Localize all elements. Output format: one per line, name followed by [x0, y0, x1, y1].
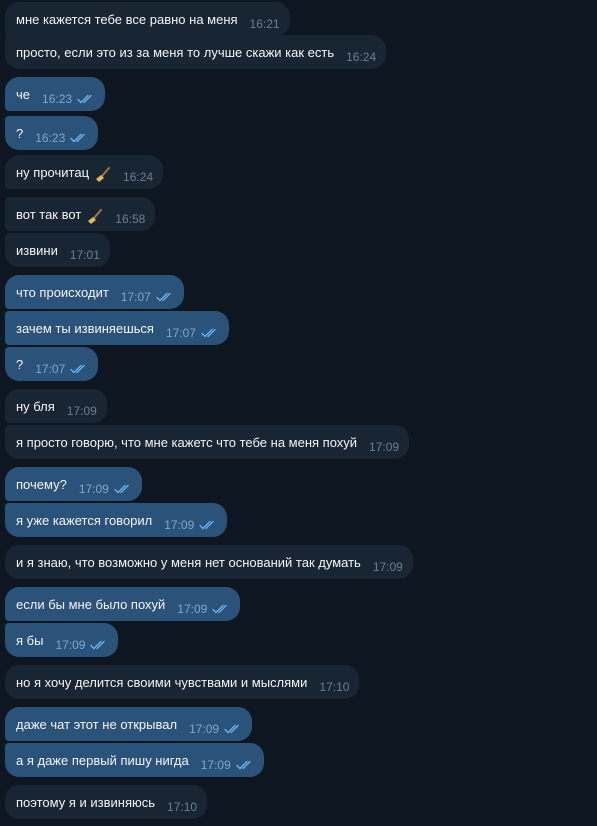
read-check-icon — [236, 760, 251, 770]
outgoing-message[interactable]: я уже кажется говорил 17:09 — [5, 503, 228, 537]
outgoing-message[interactable]: если бы мне было похуй 17:09 — [5, 587, 241, 621]
read-check-icon — [199, 520, 214, 530]
message-meta: 17:10 — [167, 800, 197, 814]
message-time: 17:10 — [319, 680, 350, 694]
outgoing-message[interactable]: ? 17:07 — [5, 347, 99, 381]
message-time: 17:09 — [66, 404, 97, 418]
message-meta: 17:09 — [369, 440, 399, 454]
message-meta: 17:01 — [70, 248, 100, 262]
read-check-icon — [156, 292, 171, 302]
message-meta: 16:24 — [346, 50, 376, 64]
read-check-icon — [90, 640, 106, 650]
incoming-message[interactable]: мне кажется тебе все равно на меня 16:21 — [5, 2, 290, 36]
message-time: 17:09 — [372, 560, 403, 574]
message-text: даже чат этот не открывал — [16, 716, 178, 732]
incoming-message[interactable]: просто, если это из за меня то лучше ска… — [5, 35, 387, 69]
read-check-icon — [212, 604, 228, 614]
chat-message-list[interactable]: мне кажется тебе все равно на меня 16:21 п… — [0, 0, 597, 826]
message-text: извини — [16, 242, 58, 258]
message-meta: 17:09 — [55, 638, 108, 652]
message-time: 17:01 — [69, 248, 100, 262]
incoming-message[interactable]: извини 17:01 — [5, 233, 110, 267]
incoming-message[interactable]: ну бля 17:09 — [5, 389, 107, 423]
read-check-icon — [201, 328, 216, 338]
message-text: ну прочитац — [16, 164, 90, 180]
message-text: просто, если это из за меня то лучше ска… — [16, 44, 335, 60]
message-text: ну бля — [16, 398, 55, 414]
read-check-icon — [70, 133, 85, 143]
message-text: что происходит — [16, 284, 109, 300]
message-text: я уже кажется говорил — [16, 512, 153, 528]
outgoing-message[interactable]: почему? 17:09 — [5, 467, 142, 501]
incoming-message[interactable]: поэтому я и извиняюсь 17:10 — [5, 785, 208, 819]
broom-icon — [96, 167, 110, 182]
message-text: зачем ты извиняешься — [16, 320, 154, 336]
message-meta: 17:09 — [67, 404, 97, 418]
outgoing-message[interactable]: я бы 17:09 — [5, 623, 119, 657]
message-meta: 16:58 — [115, 212, 145, 226]
outgoing-message[interactable]: зачем ты извиняешься 17:07 — [5, 311, 229, 345]
message-text: и я знаю, что возможно у меня нет основа… — [16, 554, 361, 570]
incoming-message[interactable]: вот так вот 16:58 — [5, 197, 156, 231]
message-time: 17:07 — [35, 362, 66, 376]
message-time: 17:09 — [369, 440, 400, 454]
outgoing-message[interactable]: че 16:23 — [5, 77, 106, 111]
message-time: 17:10 — [167, 800, 198, 814]
message-meta: 17:09 — [79, 482, 132, 496]
message-meta: 17:07 — [35, 362, 88, 376]
outgoing-message[interactable]: что происходит 17:07 — [5, 275, 184, 309]
message-text: поэтому я и извиняюсь — [16, 794, 156, 810]
message-text: я просто говорю, что мне кажетс что тебе… — [16, 434, 358, 450]
message-meta: 17:09 — [177, 602, 230, 616]
message-meta: 16:23 — [42, 92, 95, 106]
outgoing-message[interactable]: даже чат этот не открывал 17:09 — [5, 707, 253, 741]
message-text: ? — [16, 125, 24, 141]
message-time: 17:09 — [55, 638, 86, 652]
message-time: 16:23 — [35, 131, 66, 145]
message-time: 17:07 — [165, 326, 196, 340]
message-text: ? — [16, 356, 24, 372]
message-time: 17:09 — [189, 722, 220, 736]
read-check-icon — [114, 484, 129, 494]
message-text: че — [16, 86, 31, 102]
message-time: 16:23 — [42, 92, 73, 106]
message-text: вот так вот — [16, 206, 82, 222]
message-time: 17:09 — [164, 518, 195, 532]
outgoing-message[interactable]: а я даже первый пишу нигда 17:09 — [5, 743, 264, 777]
message-meta: 16:21 — [250, 17, 280, 31]
message-time: 16:21 — [249, 17, 280, 31]
message-time: 16:58 — [115, 212, 146, 226]
message-time: 17:09 — [78, 482, 109, 496]
message-meta: 17:07 — [166, 326, 219, 340]
message-text: если бы мне было похуй — [16, 596, 166, 612]
message-time: 17:09 — [177, 602, 208, 616]
message-text: почему? — [16, 476, 67, 492]
read-check-icon — [77, 94, 92, 104]
message-time: 17:09 — [200, 758, 231, 772]
incoming-message[interactable]: я просто говорю, что мне кажетс что тебе… — [5, 425, 410, 459]
incoming-message[interactable]: ну прочитац 16:24 — [5, 155, 164, 189]
message-meta: 17:09 — [189, 722, 242, 736]
message-meta: 16:23 — [35, 131, 88, 145]
incoming-message[interactable]: и я знаю, что возможно у меня нет основа… — [5, 545, 413, 579]
message-text: мне кажется тебе все равно на меня — [16, 11, 238, 27]
message-time: 16:24 — [123, 170, 154, 184]
read-check-icon — [224, 724, 239, 734]
message-meta: 17:10 — [319, 680, 349, 694]
message-meta: 16:24 — [123, 170, 153, 184]
message-text: но я хочу делится своими чувствами и мыс… — [16, 674, 308, 690]
message-text: а я даже первый пишу нигда — [16, 752, 189, 768]
message-meta: 17:09 — [373, 560, 403, 574]
message-time: 17:07 — [120, 290, 151, 304]
incoming-message[interactable]: но я хочу делится своими чувствами и мыс… — [5, 665, 360, 699]
outgoing-message[interactable]: ? 16:23 — [5, 116, 99, 150]
message-meta: 17:07 — [121, 290, 174, 304]
message-text: я бы — [16, 632, 44, 648]
read-check-icon — [70, 364, 85, 374]
message-time: 16:24 — [346, 50, 377, 64]
broom-icon — [88, 209, 103, 224]
message-meta: 17:09 — [164, 518, 217, 532]
message-meta: 17:09 — [201, 758, 254, 772]
